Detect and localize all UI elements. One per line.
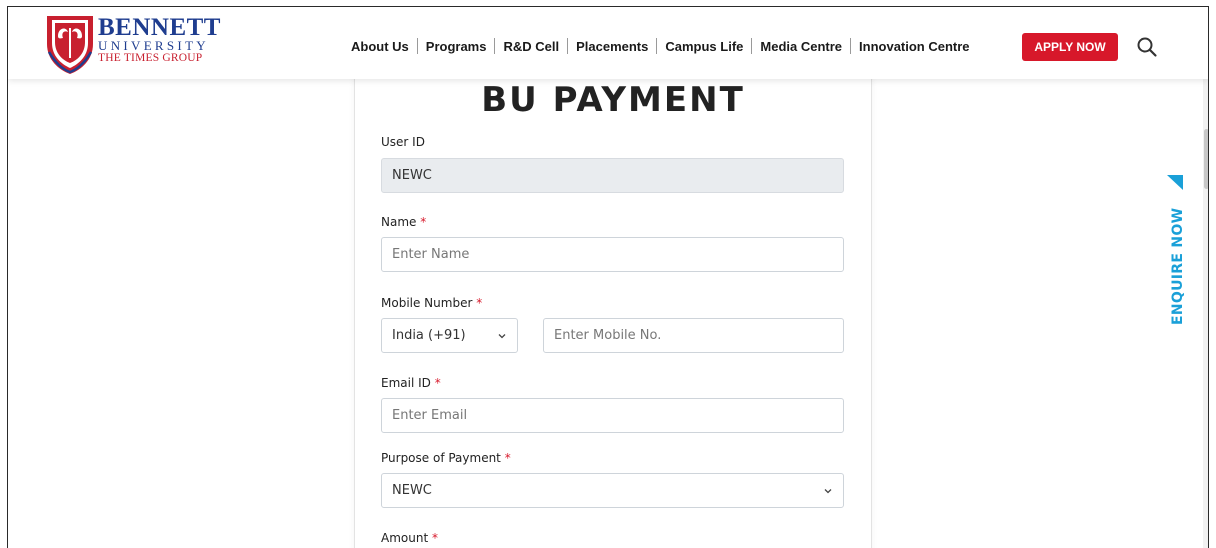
user-id-field[interactable] [381,158,844,193]
logo-name: BENNETT [98,14,221,41]
nav-item-media-centre[interactable]: Media Centre [760,39,842,54]
purpose-value: NEWC [392,483,432,498]
country-code-value: India (+91) [392,328,466,343]
required-marker: * [476,296,483,310]
country-code-select[interactable]: India (+91) [381,318,518,353]
user-id-label: User ID [381,135,425,149]
main-nav: About Us Programs R&D Cell Placements Ca… [351,38,970,54]
nav-divider [751,38,753,54]
form-title: BU PAYMENT [481,80,745,120]
required-marker: * [420,215,427,229]
chevron-down-icon [824,488,832,493]
mobile-number-label: Mobile Number * [381,296,483,310]
email-input[interactable] [381,398,844,433]
scrollbar-thumb[interactable] [1204,129,1208,189]
purpose-label: Purpose of Payment * [381,451,511,465]
purpose-select[interactable]: NEWC [381,473,844,508]
nav-divider [494,38,496,54]
mobile-number-input[interactable] [543,318,844,353]
nav-item-placements[interactable]: Placements [576,39,648,54]
nav-item-rd-cell[interactable]: R&D Cell [503,39,559,54]
email-label: Email ID * [381,376,441,390]
nav-divider [850,38,852,54]
required-marker: * [431,531,438,545]
page-scrollbar[interactable] [1203,79,1208,548]
browser-viewport: BU PAYMENT BENNETT UNIVERSITY THE TIMES … [7,6,1209,548]
enquire-flag-icon [1167,175,1183,190]
name-input[interactable] [381,237,844,272]
chevron-down-icon [498,333,506,338]
required-marker: * [434,376,441,390]
bennett-logo[interactable]: BENNETT UNIVERSITY THE TIMES GROUP [44,14,220,76]
apply-now-button[interactable]: APPLY NOW [1022,33,1118,61]
nav-divider [567,38,569,54]
logo-group: THE TIMES GROUP [98,52,203,64]
nav-divider [416,38,418,54]
required-marker: * [504,451,511,465]
amount-label: Amount * [381,531,438,545]
enquire-now-label: ENQUIRE NOW [1170,207,1186,325]
name-label: Name * [381,215,427,229]
nav-item-programs[interactable]: Programs [426,39,487,54]
nav-item-innovation-centre[interactable]: Innovation Centre [859,39,970,54]
nav-divider [656,38,658,54]
university-crest-icon [47,16,93,74]
logo-subtitle: UNIVERSITY [98,38,209,53]
nav-item-campus-life[interactable]: Campus Life [665,39,743,54]
enquire-now-tab[interactable]: ENQUIRE NOW [1166,175,1202,325]
nav-item-about-us[interactable]: About Us [351,39,409,54]
logo-wordmark: BENNETT UNIVERSITY THE TIMES GROUP [98,14,221,65]
search-icon[interactable] [1136,36,1158,58]
site-header: BENNETT UNIVERSITY THE TIMES GROUP About… [8,7,1208,79]
